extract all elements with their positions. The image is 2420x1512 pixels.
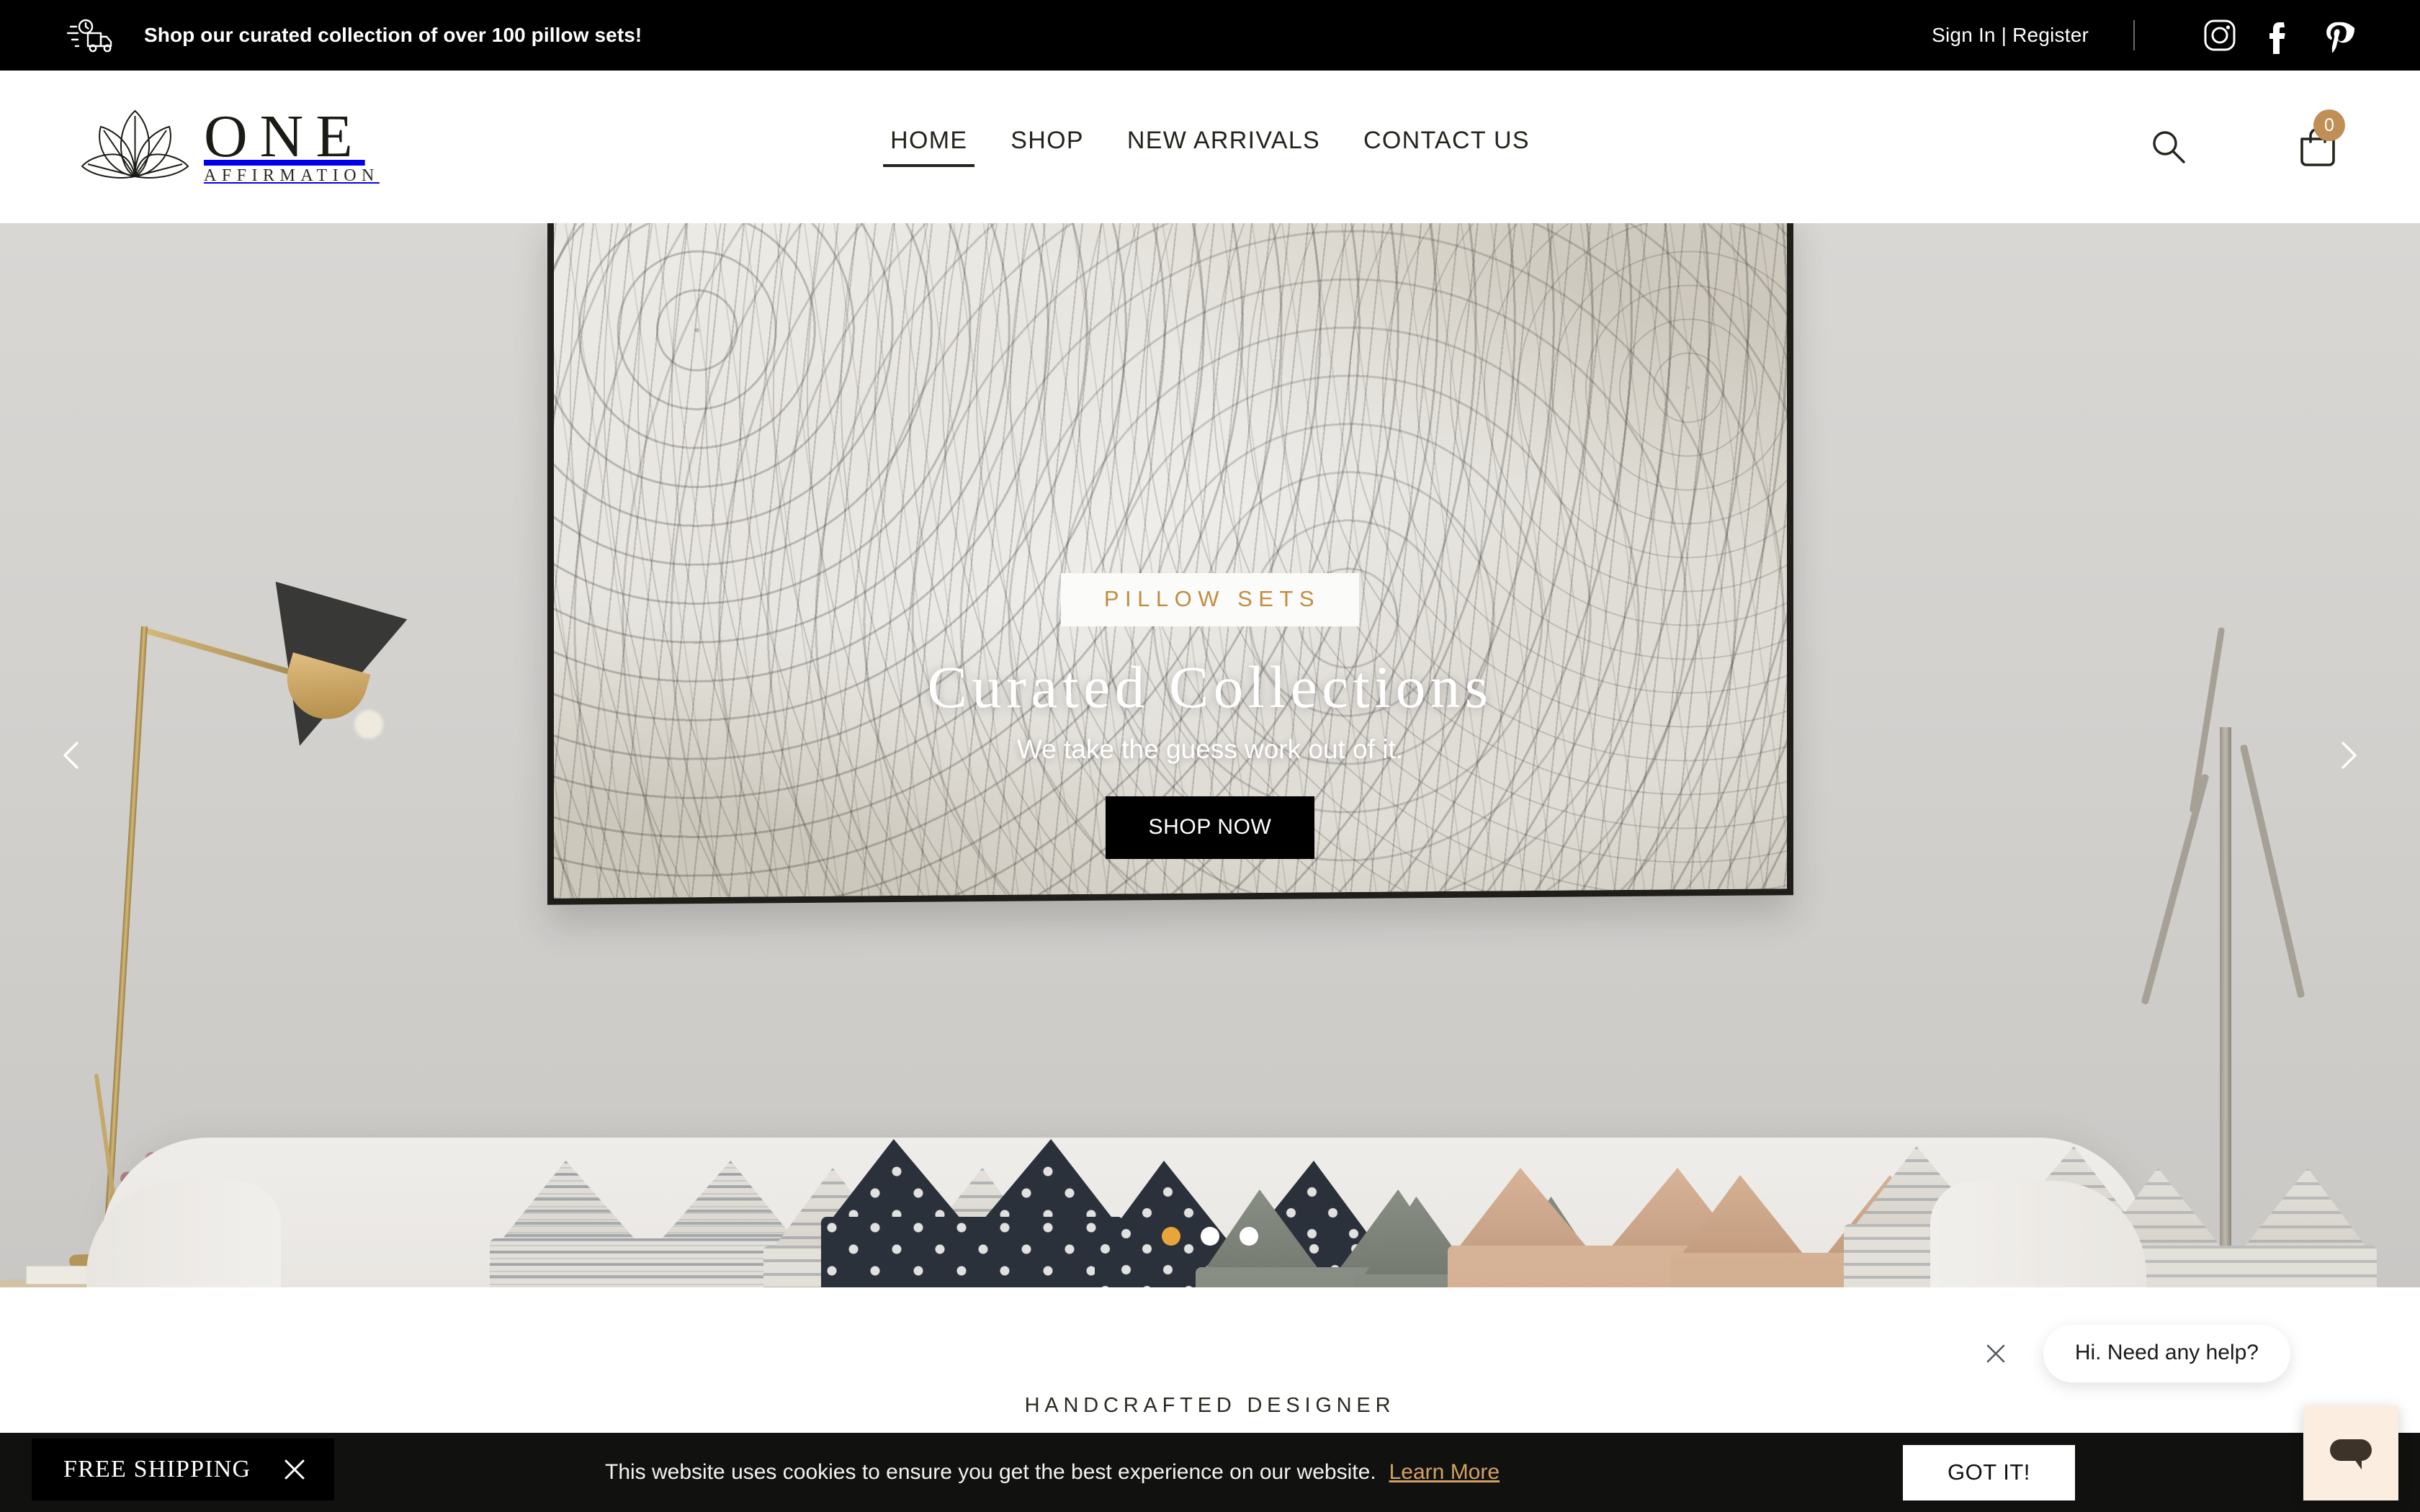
site-logo[interactable]: ONE AFFIRMATION — [72, 102, 382, 186]
instagram-icon[interactable] — [2201, 17, 2238, 54]
carousel-next-button[interactable] — [2316, 724, 2378, 786]
cart-count-badge: 0 — [2313, 109, 2345, 141]
hero-title: Curated Collections — [927, 653, 1493, 720]
announcement-right: Sign In | Register — [1932, 17, 2357, 54]
announcement-left: Shop our curated collection of over 100 … — [66, 17, 642, 53]
chat-bubble-icon — [2330, 1439, 2372, 1470]
pinterest-icon[interactable] — [2319, 17, 2357, 54]
chevron-right-icon — [2341, 742, 2357, 769]
logo-name: ONE — [204, 102, 365, 170]
free-shipping-tab[interactable]: FREE SHIPPING — [32, 1439, 335, 1500]
close-icon — [1986, 1344, 2005, 1363]
main-navigation: HOME SHOP NEW ARRIVALS CONTACT US — [883, 127, 1537, 167]
hero-eyebrow-box: PILLOW SETS — [1060, 572, 1360, 626]
logo-tagline: AFFIRMATION — [204, 166, 380, 186]
nav-item-contact-us[interactable]: CONTACT US — [1356, 127, 1537, 167]
cookie-accept-button[interactable]: GOT IT! — [1903, 1444, 2075, 1500]
section-eyebrow: HANDCRAFTED DESIGNER — [1024, 1394, 1396, 1417]
nav-item-home[interactable]: HOME — [883, 127, 975, 167]
sign-in-register-link[interactable]: Sign In | Register — [1932, 24, 2089, 47]
hero-eyebrow: PILLOW SETS — [1103, 585, 1321, 611]
free-shipping-label: FREE SHIPPING — [63, 1456, 251, 1482]
page-root: Shop our curated collection of over 100 … — [0, 0, 2420, 1512]
delivery-truck-clock-icon — [66, 17, 121, 53]
carousel-dot-2[interactable] — [1201, 1227, 1219, 1246]
lotus-flower-icon — [72, 107, 198, 186]
facebook-icon[interactable] — [2260, 17, 2298, 54]
search-icon[interactable] — [2149, 127, 2188, 166]
carousel-prev-button[interactable] — [42, 724, 104, 786]
free-shipping-close-icon[interactable] — [282, 1457, 307, 1482]
chat-launcher-button[interactable] — [2303, 1405, 2398, 1500]
chat-close-button[interactable] — [1965, 1323, 2026, 1384]
carousel-dots — [1162, 1227, 1258, 1246]
chat-greeting-row: Hi. Need any help? — [1965, 1323, 2290, 1384]
nav-item-shop[interactable]: SHOP — [1003, 127, 1091, 167]
nav-item-new-arrivals[interactable]: NEW ARRIVALS — [1120, 127, 1327, 167]
cookie-learn-more-link[interactable]: Learn More — [1389, 1460, 1500, 1485]
site-header: ONE AFFIRMATION HOME SHOP NEW ARRIVALS C… — [0, 71, 2420, 223]
announcement-bar: Shop our curated collection of over 100 … — [0, 0, 2420, 71]
announcement-message: Shop our curated collection of over 100 … — [144, 24, 642, 46]
chevron-left-icon — [63, 742, 79, 769]
carousel-dot-3[interactable] — [1240, 1227, 1258, 1246]
hero-carousel: PILLOW SETS Curated Collections We take … — [0, 223, 2420, 1287]
shop-now-button[interactable]: SHOP NOW — [1105, 796, 1315, 859]
cookie-message: This website uses cookies to ensure you … — [605, 1460, 1376, 1484]
cookie-consent-bar: This website uses cookies to ensure you … — [0, 1433, 2420, 1512]
chat-greeting-bubble[interactable]: Hi. Need any help? — [2043, 1325, 2290, 1382]
carousel-dot-1[interactable] — [1162, 1227, 1180, 1246]
logo-wordmark: ONE AFFIRMATION — [204, 102, 382, 186]
hero-subtitle: We take the guess work out of it. — [1016, 734, 1404, 764]
divider — [2133, 20, 2135, 50]
cart-button[interactable]: 0 — [2298, 109, 2345, 168]
header-actions: 0 — [2149, 109, 2345, 168]
hero-content: PILLOW SETS Curated Collections We take … — [0, 223, 2420, 1287]
